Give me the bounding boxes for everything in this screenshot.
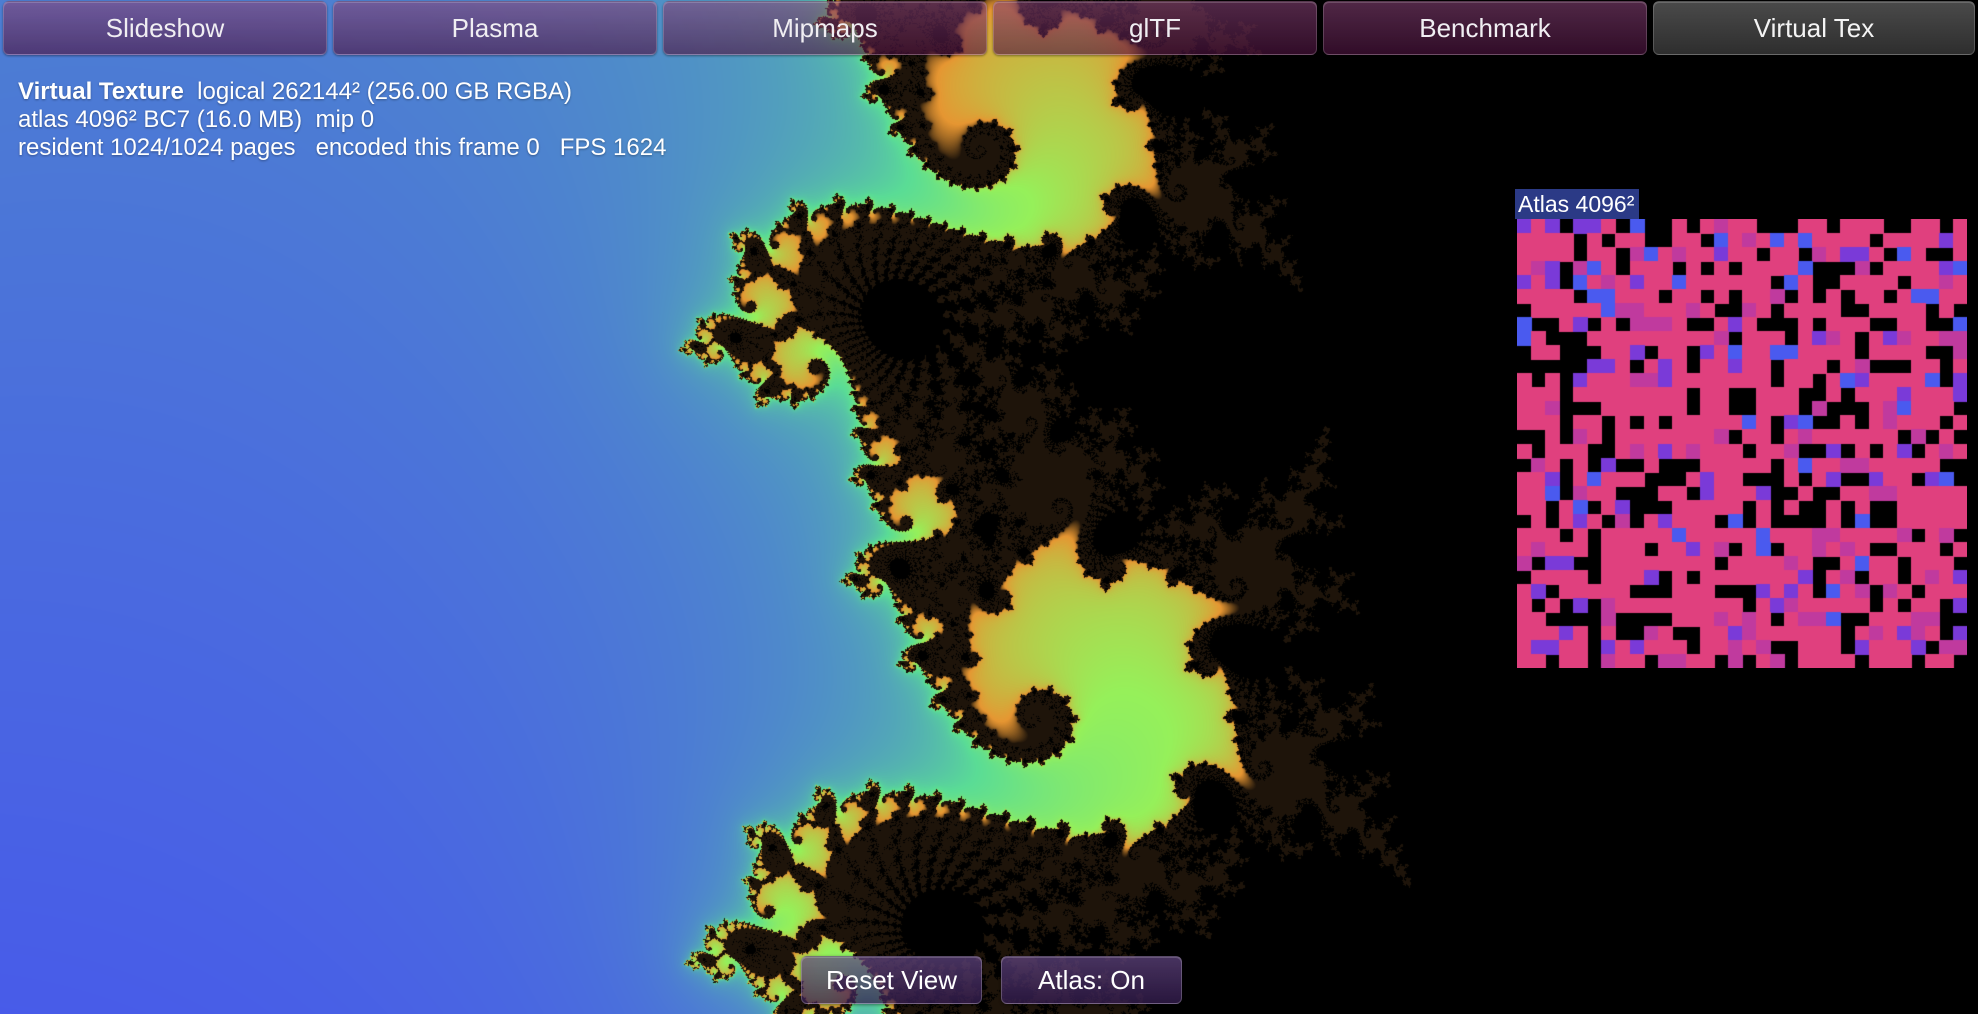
reset-view-button[interactable]: Reset View [801,956,982,1004]
stats-line-1: Virtual Texture logical 262144² (256.00 … [18,78,666,106]
tab-label: Slideshow [105,13,225,43]
tab-label: glTF [1129,13,1181,43]
atlas-label: Atlas 4096² [1515,189,1640,219]
tab-label: Mipmaps [772,13,878,43]
atlas-toggle-button[interactable]: Atlas: On [1001,956,1182,1004]
stats-line-2: atlas 4096² BC7 (16.0 MB) mip 0 [18,106,375,133]
stats-overlay: Virtual Texture logical 262144² (256.00 … [18,78,666,162]
viewport[interactable]: Slideshow Plasma Mipmaps glTF Benchmark … [0,0,1978,1014]
tab-bar: Slideshow Plasma Mipmaps glTF Benchmark … [0,0,1978,58]
tab-label: Benchmark [1419,13,1551,43]
tab-slideshow[interactable]: Slideshow [3,1,327,55]
tab-gltf[interactable]: glTF [993,1,1317,55]
tab-label: Virtual Tex [1753,13,1875,43]
tab-virtual-tex[interactable]: Virtual Tex [1653,1,1975,55]
stats-line-3: resident 1024/1024 pages encoded this fr… [18,134,667,161]
tab-label: Plasma [451,13,539,43]
tab-benchmark[interactable]: Benchmark [1323,1,1647,55]
stats-logical-size: logical 262144² (256.00 GB RGBA) [183,78,573,105]
stats-title: Virtual Texture [18,78,184,105]
atlas-preview [1517,219,1967,668]
tab-mipmaps[interactable]: Mipmaps [663,1,987,55]
tab-plasma[interactable]: Plasma [333,1,657,55]
